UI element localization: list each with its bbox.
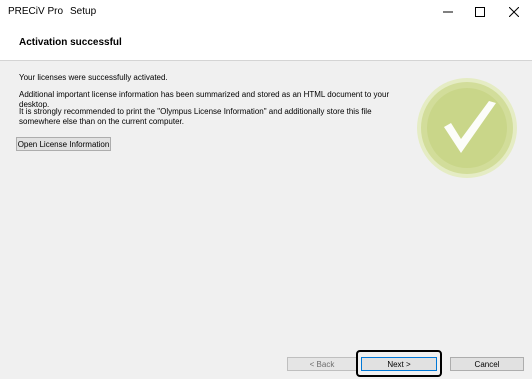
page-title: Activation successful — [19, 37, 122, 48]
recommendation-message: It is strongly recommended to print the … — [19, 107, 372, 126]
open-license-information-label: Open License Information — [17, 139, 110, 149]
next-label: Next > — [387, 359, 411, 369]
title-bar: PRECiV Pro Setup — [0, 0, 532, 26]
app-title: PRECiV Pro — [8, 6, 64, 17]
close-button[interactable] — [496, 0, 532, 24]
minimize-button[interactable] — [430, 0, 466, 24]
back-label: < Back — [309, 359, 335, 369]
next-button[interactable]: Next > — [361, 357, 437, 371]
maximize-button[interactable] — [462, 0, 498, 24]
wizard-header: Activation successful — [0, 26, 532, 61]
back-button[interactable]: < Back — [287, 357, 357, 371]
maximize-icon — [475, 7, 485, 17]
setup-title: Setup — [70, 6, 97, 17]
cancel-button[interactable]: Cancel — [450, 357, 524, 371]
wizard-content: Your licenses were successfully activate… — [0, 61, 532, 379]
close-icon — [509, 7, 519, 17]
activation-message: Your licenses were successfully activate… — [19, 73, 168, 82]
minimize-icon — [443, 11, 453, 13]
cancel-label: Cancel — [474, 359, 500, 369]
open-license-information-button[interactable]: Open License Information — [16, 137, 111, 151]
success-checkmark-icon — [417, 78, 517, 178]
